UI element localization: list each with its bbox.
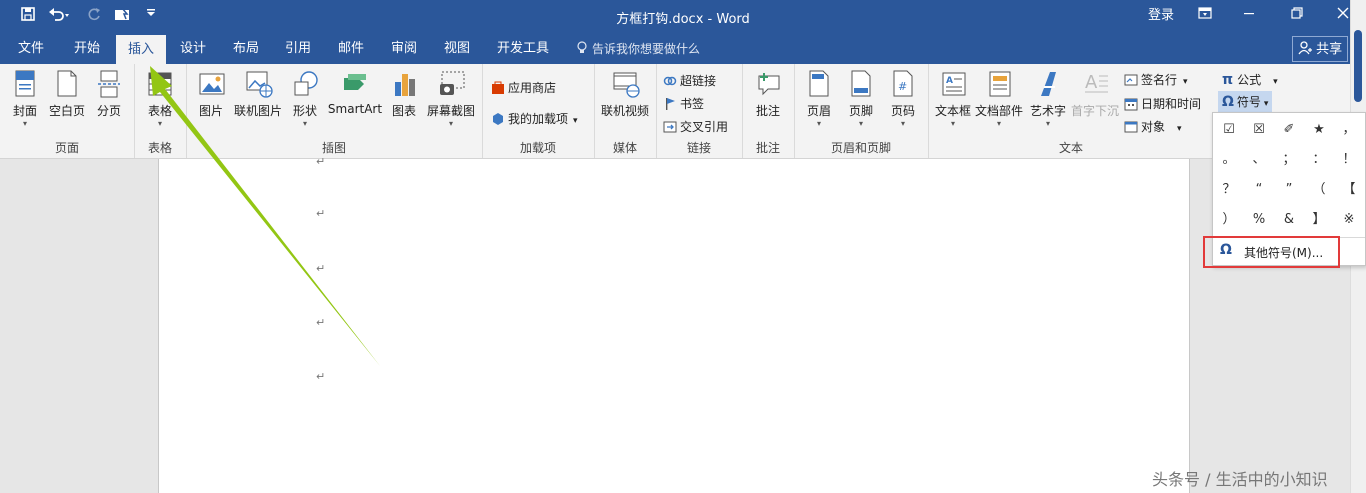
highlight-box bbox=[1203, 236, 1340, 268]
symbol-checked-box[interactable]: ☑ bbox=[1214, 115, 1244, 145]
symbol-pencil[interactable]: ✐ bbox=[1274, 115, 1304, 145]
annotation-arrow bbox=[150, 66, 380, 366]
symbol-right-bracket[interactable]: 】 bbox=[1304, 205, 1334, 235]
symbol-left-quote[interactable]: “ bbox=[1244, 175, 1274, 205]
symbol-question[interactable]: ？ bbox=[1214, 175, 1244, 205]
symbol-comma[interactable]: ， bbox=[1334, 115, 1364, 145]
symbol-left-paren[interactable]: （ bbox=[1304, 175, 1334, 205]
symbol-star[interactable]: ★ bbox=[1304, 115, 1334, 145]
symbol-percent[interactable]: % bbox=[1244, 205, 1274, 235]
symbol-period[interactable]: 。 bbox=[1214, 145, 1244, 175]
symbol-colon[interactable]: ： bbox=[1304, 145, 1334, 175]
symbol-right-paren[interactable]: ） bbox=[1214, 205, 1244, 235]
watermark: 头条号 / 生活中的小知识 bbox=[1152, 470, 1328, 489]
symbol-crossed-box[interactable]: ☒ bbox=[1244, 115, 1274, 145]
symbol-semicolon[interactable]: ； bbox=[1274, 145, 1304, 175]
symbol-ampersand[interactable]: & bbox=[1274, 205, 1304, 235]
symbol-reference-mark[interactable]: ※ bbox=[1334, 205, 1364, 235]
symbol-exclamation[interactable]: ！ bbox=[1334, 145, 1364, 175]
symbol-right-quote[interactable]: ” bbox=[1274, 175, 1304, 205]
symbol-enum-comma[interactable]: 、 bbox=[1244, 145, 1274, 175]
scrollbar-thumb[interactable] bbox=[1354, 30, 1362, 102]
symbol-left-bracket[interactable]: 【 bbox=[1334, 175, 1364, 205]
